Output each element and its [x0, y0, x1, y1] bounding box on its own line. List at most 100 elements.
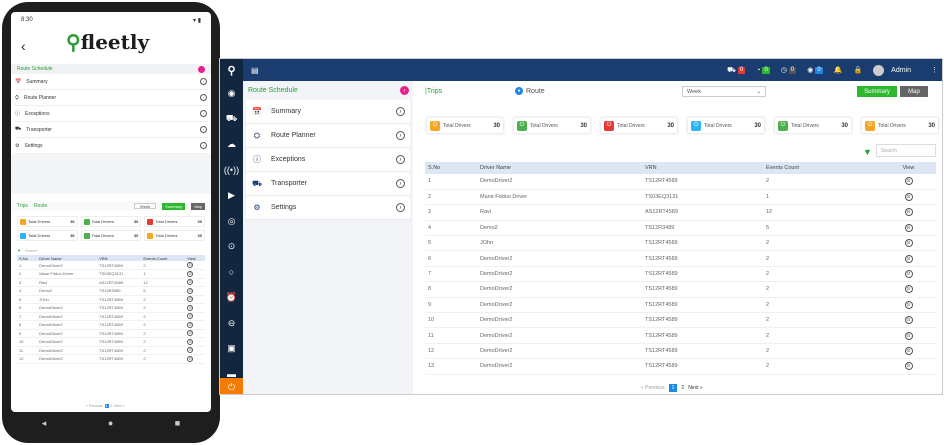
- location-icon[interactable]: ◎: [220, 209, 243, 235]
- more-vertical-icon[interactable]: ⋮: [931, 66, 938, 74]
- nav-recents-icon[interactable]: ■: [175, 418, 180, 428]
- arrow-right-icon[interactable]: ›: [200, 94, 207, 101]
- arrow-right-icon[interactable]: ›: [396, 107, 405, 116]
- phone-route-label[interactable]: Route: [34, 203, 47, 209]
- route-schedule-item[interactable]: ⚙ Settings ›: [246, 196, 410, 220]
- phone-menu-item[interactable]: ⚙ Settings ›: [15, 138, 207, 154]
- fleetly-logo-icon[interactable]: ⚲: [227, 59, 235, 81]
- back-arrow-icon[interactable]: ‹: [21, 38, 26, 54]
- week-select[interactable]: Week ⌄: [682, 86, 766, 97]
- view-icon[interactable]: ⊙: [187, 338, 194, 345]
- arrow-right-icon[interactable]: ›: [200, 142, 207, 149]
- phone-prev[interactable]: « Previous: [86, 404, 103, 408]
- alarm-icon[interactable]: ⏰: [220, 285, 243, 311]
- view-icon[interactable]: ⊙: [904, 331, 913, 340]
- view-icon[interactable]: ⊙: [187, 262, 194, 268]
- arrow-right-icon[interactable]: ›: [200, 78, 207, 85]
- summary-button[interactable]: Summary: [857, 86, 897, 97]
- broadcast-icon[interactable]: ((•)): [220, 158, 243, 184]
- phone-map-button[interactable]: Map: [191, 202, 205, 210]
- arrow-right-icon[interactable]: ›: [396, 155, 405, 164]
- arrow-right-icon[interactable]: ›: [200, 110, 207, 117]
- table-cell: 12: [141, 278, 186, 287]
- view-cell: ⊙: [185, 303, 205, 313]
- page-1[interactable]: 1: [668, 384, 678, 392]
- topbar-badge[interactable]: ◉ 0: [807, 66, 823, 75]
- nav-back-icon[interactable]: ◂: [42, 418, 47, 429]
- admin-avatar[interactable]: [873, 64, 885, 76]
- view-icon[interactable]: ⊙: [187, 330, 194, 337]
- phone-menu-item[interactable]: ⛭ Route Planner ›: [15, 90, 207, 106]
- view-icon[interactable]: ⊙: [904, 177, 913, 186]
- view-icon[interactable]: ⊙: [904, 300, 913, 309]
- route-radio-icon[interactable]: ●: [515, 87, 523, 95]
- arrow-right-icon[interactable]: ›: [396, 203, 405, 212]
- power-icon[interactable]: ⏻: [220, 378, 243, 394]
- arrow-right-icon[interactable]: ›: [396, 179, 405, 188]
- table-row: 10 DemoDriver2 TS12RT4589 2 ⊙: [17, 337, 205, 347]
- view-icon[interactable]: ⊙: [904, 285, 913, 294]
- view-icon[interactable]: ⊙: [904, 270, 913, 279]
- table-cell: DemoDriver2: [37, 354, 98, 364]
- phone-menu-item[interactable]: ⓘ Exceptions ›: [15, 106, 207, 122]
- lock-icon[interactable]: 🔒: [853, 66, 862, 74]
- chat-icon[interactable]: ▣: [220, 336, 243, 362]
- route-schedule-item[interactable]: ⛟ Transporter ›: [246, 172, 410, 196]
- admin-name[interactable]: Admin: [891, 67, 911, 74]
- arrow-right-icon[interactable]: ›: [396, 131, 405, 140]
- collapse-arrow-icon[interactable]: ›: [400, 86, 409, 95]
- view-icon[interactable]: ⊙: [904, 254, 913, 263]
- phone-menu-item[interactable]: 📅 Summary ›: [15, 74, 207, 90]
- nav-home-icon[interactable]: ●: [108, 418, 113, 428]
- map-button[interactable]: Map: [900, 86, 928, 97]
- view-icon[interactable]: ⊙: [904, 193, 913, 202]
- view-icon[interactable]: ⊙: [904, 346, 913, 355]
- view-cell: ⊙: [185, 329, 205, 338]
- view-icon[interactable]: ⊙: [187, 296, 194, 303]
- phone-search-input[interactable]: Search: [25, 248, 38, 253]
- support-icon[interactable]: ⊖: [220, 311, 243, 337]
- view-icon[interactable]: ⊙: [904, 223, 913, 232]
- circle-icon[interactable]: ○: [220, 260, 243, 286]
- view-icon[interactable]: ⊙: [187, 355, 194, 362]
- view-icon[interactable]: ⊙: [904, 316, 913, 325]
- topbar-badge[interactable]: ◷ 0: [781, 66, 797, 75]
- view-icon[interactable]: ⊙: [904, 239, 913, 248]
- topbar-badge[interactable]: ⛟ 0: [727, 66, 746, 75]
- filter-icon[interactable]: ▼: [863, 147, 872, 157]
- prev-page[interactable]: « Previous: [641, 385, 665, 391]
- phone-next[interactable]: Next »: [114, 404, 124, 408]
- video-icon[interactable]: ▶: [220, 183, 243, 209]
- route-schedule-item[interactable]: ⛭ Route Planner ›: [246, 124, 410, 148]
- dashboard-icon[interactable]: ◉: [220, 81, 243, 107]
- route-schedule-item[interactable]: ⓘ Exceptions ›: [246, 148, 410, 172]
- route-toggle[interactable]: ● Route: [515, 87, 545, 95]
- notification-icon[interactable]: 🔔: [834, 66, 843, 74]
- phone-page-2[interactable]: 2: [111, 404, 113, 408]
- next-page[interactable]: Next »: [688, 385, 702, 391]
- view-icon[interactable]: ⊙: [187, 347, 194, 354]
- view-icon[interactable]: ⊙: [187, 270, 194, 277]
- menu-toggle-icon[interactable]: ▤: [251, 66, 259, 75]
- view-icon[interactable]: ⊙: [904, 362, 913, 371]
- page-2[interactable]: 2: [681, 385, 684, 391]
- view-icon[interactable]: ⊙: [187, 287, 194, 294]
- cloud-icon[interactable]: ☁: [220, 132, 243, 158]
- filter-icon[interactable]: ▼: [17, 248, 21, 253]
- phone-week-select[interactable]: Week: [134, 203, 157, 209]
- collapse-icon[interactable]: [198, 65, 205, 73]
- view-icon[interactable]: ⊙: [904, 208, 913, 217]
- topbar-badge[interactable]: ◔ 0: [756, 66, 770, 75]
- search-input[interactable]: Search: [876, 144, 936, 157]
- arrow-right-icon[interactable]: ›: [200, 126, 207, 133]
- view-icon[interactable]: ⊙: [187, 321, 194, 328]
- truck-icon[interactable]: ⛟: [220, 107, 243, 133]
- view-icon[interactable]: ⊙: [187, 313, 194, 320]
- target-icon[interactable]: ⊙: [220, 234, 243, 260]
- phone-summary-button[interactable]: Summary: [162, 202, 186, 210]
- view-icon[interactable]: ⊙: [187, 279, 194, 286]
- view-icon[interactable]: ⊙: [187, 304, 194, 311]
- phone-menu-item[interactable]: ⛟ Transporter ›: [15, 122, 207, 138]
- phone-page-1[interactable]: 1: [104, 404, 109, 408]
- route-schedule-item[interactable]: 📅 Summary ›: [246, 100, 410, 124]
